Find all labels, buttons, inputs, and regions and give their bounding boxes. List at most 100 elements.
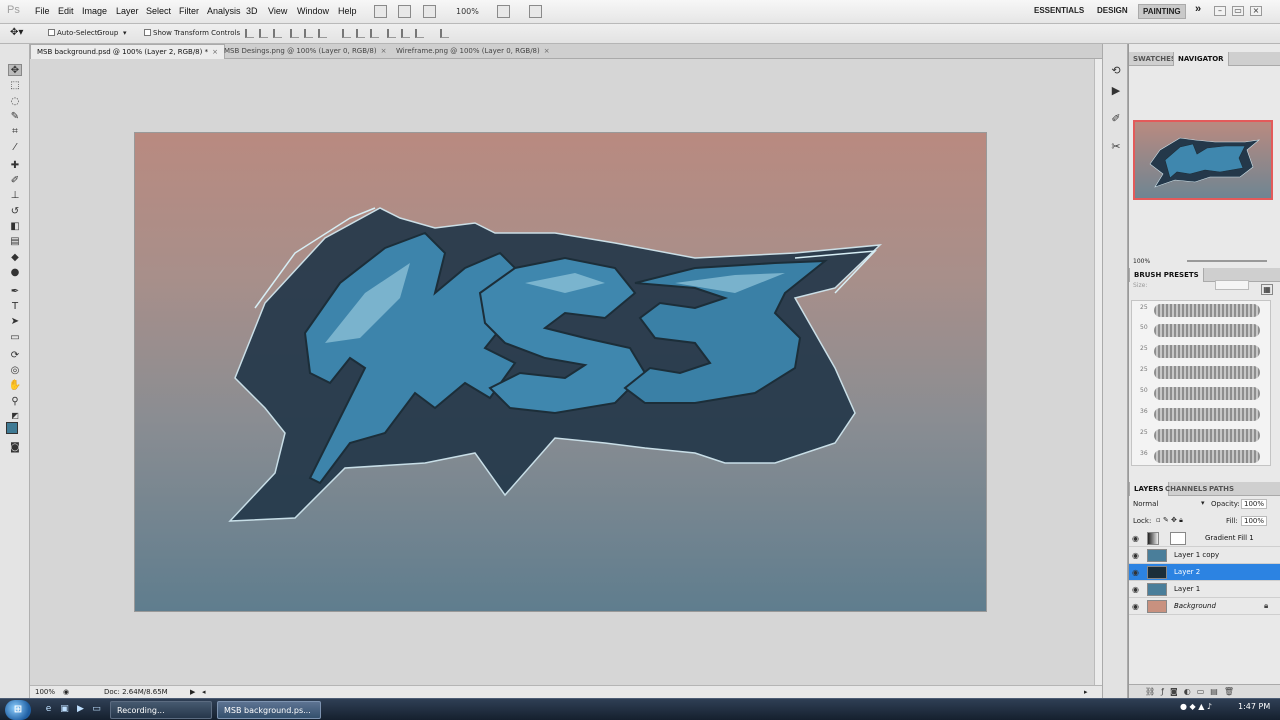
document-window[interactable]	[30, 59, 1094, 685]
quick-mask-icon[interactable]: ◙	[8, 442, 22, 454]
brush-preset-stroke[interactable]	[1154, 450, 1260, 463]
distribute-bottom-icon[interactable]	[370, 29, 379, 38]
quick-select-tool-icon[interactable]: ✎	[8, 111, 22, 123]
clock[interactable]: 1:47 PM	[1238, 702, 1270, 711]
align-vcenter-icon[interactable]	[259, 29, 268, 38]
status-menu-arrow-icon[interactable]: ▶	[190, 688, 195, 696]
mini-bridge-icon[interactable]	[398, 5, 411, 18]
path-select-tool-icon[interactable]: ➤	[8, 316, 22, 328]
tray-icons[interactable]: ● ◆ ▲ ♪	[1180, 702, 1212, 711]
visibility-eye-icon[interactable]: ◉	[1132, 551, 1139, 560]
brush-preset-stroke[interactable]	[1154, 366, 1260, 379]
tab-wireframe[interactable]: Wireframe.png @ 100% (Layer 0, RGB/8) ×	[390, 44, 556, 59]
tab-paths[interactable]: PATHS	[1205, 482, 1238, 496]
brush-panel-icon[interactable]: ✐	[1109, 112, 1123, 126]
brush-tool-icon[interactable]: ✐	[8, 175, 22, 187]
chevron-down-icon[interactable]: ▾	[123, 29, 127, 37]
lock-icons[interactable]: ▫ ✎ ✥ 🔒︎	[1156, 516, 1183, 525]
dodge-tool-icon[interactable]: ●	[8, 267, 22, 279]
layer-row[interactable]: ◉ Layer 1 copy	[1129, 547, 1280, 564]
lasso-tool-icon[interactable]: ◌	[8, 96, 22, 108]
blend-mode-dropdown[interactable]: Normal	[1133, 500, 1158, 508]
foreground-color-swatch[interactable]	[6, 422, 18, 434]
start-button[interactable]: ⊞	[5, 700, 31, 720]
menu-select[interactable]: Select	[146, 6, 171, 16]
navigator-zoom-slider[interactable]	[1187, 260, 1267, 262]
layers-footer-icons[interactable]: ⛓ƒ◙◐▭▤🗑︎	[1129, 684, 1280, 698]
menu-analysis[interactable]: Analysis	[207, 6, 241, 16]
brush-preset-stroke[interactable]	[1154, 387, 1260, 400]
align-top-icon[interactable]	[245, 29, 254, 38]
show-transform-checkbox[interactable]	[144, 29, 151, 36]
brush-preset-stroke[interactable]	[1154, 345, 1260, 358]
hand-tool-icon[interactable]: ✋	[8, 380, 22, 392]
default-colors-icon[interactable]: ◩	[8, 410, 22, 422]
3d-rotate-tool-icon[interactable]: ⟳	[8, 350, 22, 362]
brush-panel-toggle-icon[interactable]: ▦	[1261, 284, 1273, 295]
fill-input[interactable]: 100%	[1241, 516, 1268, 526]
move-tool-preset-icon[interactable]: ✥▾	[10, 27, 23, 38]
align-bottom-icon[interactable]	[273, 29, 282, 38]
menu-help[interactable]: Help	[338, 6, 357, 16]
blend-mode-chevron-icon[interactable]: ▾	[1201, 499, 1205, 507]
actions-panel-icon[interactable]: ▶	[1109, 84, 1123, 98]
layer-row-selected[interactable]: ◉ Layer 2	[1129, 564, 1280, 581]
tab-channels[interactable]: CHANNELS	[1161, 482, 1211, 496]
gradient-tool-icon[interactable]: ▤	[8, 236, 22, 248]
menu-3d[interactable]: 3D	[246, 6, 258, 16]
3d-orbit-tool-icon[interactable]: ◎	[8, 365, 22, 377]
status-info-icon[interactable]: ◉	[63, 688, 69, 696]
distribute-top-icon[interactable]	[342, 29, 351, 38]
zoom-tool-icon[interactable]: ⚲	[8, 396, 22, 408]
brush-preset-stroke[interactable]	[1154, 429, 1260, 442]
navigator-preview[interactable]	[1133, 120, 1273, 200]
distribute-vcenter-icon[interactable]	[356, 29, 365, 38]
distribute-left-icon[interactable]	[387, 29, 396, 38]
type-tool-icon[interactable]: T	[8, 301, 22, 313]
task-msb-background[interactable]: MSB background.ps...	[217, 701, 321, 719]
healing-brush-tool-icon[interactable]: ✚	[8, 160, 22, 172]
restore-icon[interactable]: ▭	[1232, 6, 1244, 16]
canvas[interactable]	[134, 132, 987, 612]
ie-icon[interactable]: e	[42, 703, 55, 716]
tab-msb-background[interactable]: MSB background.psd @ 100% (Layer 2, RGB/…	[30, 44, 225, 59]
close-tab-icon[interactable]: ×	[381, 47, 387, 55]
menu-image[interactable]: Image	[82, 6, 107, 16]
show-desktop-icon[interactable]: ▭	[90, 703, 103, 716]
layer-row[interactable]: ◉ Background 🔒︎	[1129, 598, 1280, 615]
align-left-icon[interactable]	[290, 29, 299, 38]
tab-navigator[interactable]: NAVIGATOR	[1173, 52, 1229, 66]
shape-tool-icon[interactable]: ▭	[8, 332, 22, 344]
opacity-input[interactable]: 100%	[1241, 499, 1268, 509]
more-workspaces-icon[interactable]: »	[1195, 3, 1201, 15]
distribute-right-icon[interactable]	[415, 29, 424, 38]
align-right-icon[interactable]	[318, 29, 327, 38]
visibility-eye-icon[interactable]: ◉	[1132, 534, 1139, 543]
minimize-icon[interactable]: –	[1214, 6, 1226, 16]
menu-window[interactable]: Window	[297, 6, 329, 16]
workspace-painting[interactable]: PAINTING	[1138, 4, 1186, 19]
crop-tool-icon[interactable]: ⌗	[8, 126, 22, 138]
eraser-tool-icon[interactable]: ◧	[8, 221, 22, 233]
bridge-icon[interactable]	[374, 5, 387, 18]
screen-mode-icon[interactable]	[529, 5, 542, 18]
pen-tool-icon[interactable]: ✒	[8, 286, 22, 298]
navigator-zoom[interactable]: 100%	[1133, 258, 1150, 265]
brush-preset-stroke[interactable]	[1154, 408, 1260, 421]
tab-msb-desings[interactable]: MSB Desings.png @ 100% (Layer 0, RGB/8) ×	[218, 44, 392, 59]
clone-stamp-tool-icon[interactable]: ⊥	[8, 190, 22, 202]
brush-preset-stroke[interactable]	[1154, 304, 1260, 317]
menu-view[interactable]: View	[268, 6, 287, 16]
clone-source-panel-icon[interactable]: ✂	[1109, 140, 1123, 154]
visibility-eye-icon[interactable]: ◉	[1132, 585, 1139, 594]
distribute-hcenter-icon[interactable]	[401, 29, 410, 38]
history-brush-tool-icon[interactable]: ↺	[8, 206, 22, 218]
auto-select-checkbox[interactable]	[48, 29, 55, 36]
layer-row[interactable]: ◉ Layer 1	[1129, 581, 1280, 598]
arrange-documents-icon[interactable]	[497, 5, 510, 18]
vertical-scrollbar[interactable]	[1094, 59, 1102, 685]
scroll-left-icon[interactable]: ◂	[202, 688, 206, 696]
scroll-right-icon[interactable]: ▸	[1084, 688, 1088, 696]
visibility-eye-icon[interactable]: ◉	[1132, 568, 1139, 577]
layer-row[interactable]: ◉ Gradient Fill 1	[1129, 530, 1280, 547]
